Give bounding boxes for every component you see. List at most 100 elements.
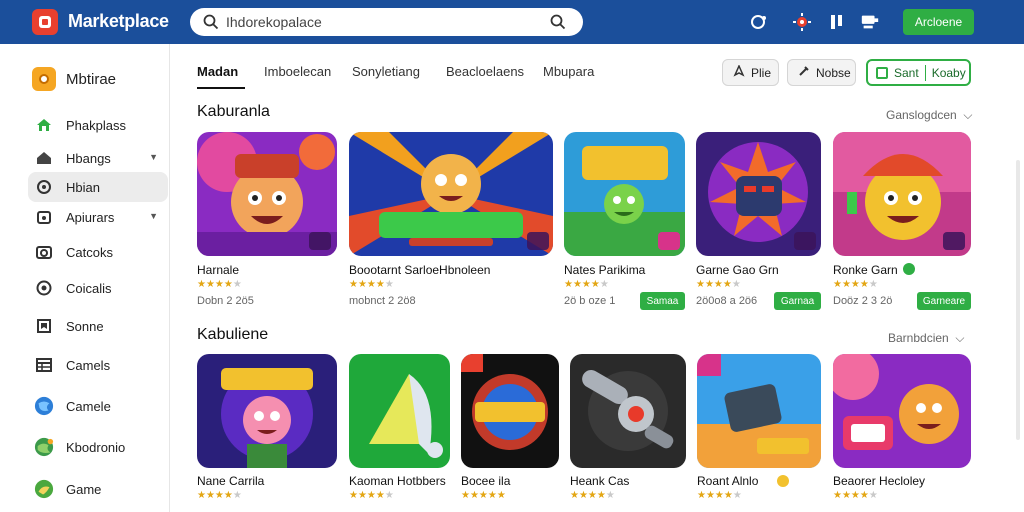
sidebar-item-label: Camels — [66, 357, 111, 373]
game-title: Harnale — [197, 263, 240, 277]
sidebar-item-label: Sonne — [66, 318, 104, 334]
sidebar-item-hbangs[interactable]: Hbangs ▼ — [28, 143, 168, 173]
chevron-down-icon[interactable]: ▼ — [149, 211, 158, 221]
game-title: Bocee ila — [461, 474, 511, 488]
rating-stars: ★★★★★ — [697, 490, 742, 501]
section-sort-label: Barnbdcien — [888, 331, 949, 345]
rating-stars: ★★★★★ — [349, 490, 394, 501]
clock-icon — [34, 278, 54, 298]
platform-badge — [527, 232, 549, 250]
sidebar-item-label: Apiurars — [66, 209, 115, 225]
tab-imboelecan[interactable]: Imboelecan — [264, 64, 331, 79]
sidebar-item-sonne[interactable]: Sonne — [28, 311, 168, 341]
sidebar-item-label: Kbodronio — [66, 439, 126, 455]
house-icon — [34, 148, 54, 168]
camera-icon — [34, 242, 54, 262]
sidebar-item-hbian[interactable]: Hbian — [28, 172, 168, 202]
section-sort-dropdown[interactable]: Barnbdcien ⌵ — [888, 331, 965, 346]
game-thumbnail[interactable] — [570, 354, 686, 468]
get-button[interactable]: Garneare — [917, 292, 971, 310]
tab-beacloelaens[interactable]: Beacloelaens — [446, 64, 524, 79]
globe-icon — [34, 396, 54, 416]
sidebar-brand-label: Mbtirae — [66, 70, 117, 88]
platform-badge — [794, 232, 816, 250]
scrollbar[interactable] — [1016, 160, 1020, 440]
sort-label: Nobse — [816, 65, 851, 80]
cart-icon[interactable] — [860, 12, 880, 32]
game-meta: Dobn 2 2ö5 — [197, 295, 254, 307]
sidebar-brand[interactable]: Mbtirae — [32, 66, 162, 92]
map-pin-icon — [34, 479, 54, 499]
tab-madan[interactable]: Madan — [197, 64, 238, 79]
search-input[interactable] — [226, 12, 526, 32]
sidebar-item-phakplass[interactable]: Phakplass — [28, 110, 168, 140]
platform-badge — [658, 232, 680, 250]
active-tab-indicator — [197, 87, 245, 89]
rating-stars: ★★★★★ — [833, 490, 878, 501]
game-meta: Doöz 2 3 2ö — [833, 295, 893, 307]
game-thumbnail[interactable] — [461, 354, 559, 468]
sort-button[interactable]: Nobse — [787, 59, 856, 86]
chevron-down-icon: ⌵ — [960, 108, 973, 122]
tab-mbupara[interactable]: Mbupara — [543, 64, 594, 79]
sidebar-item-camele[interactable]: Camele — [28, 391, 168, 421]
game-meta: 2ö0o8 a 2ö6 — [696, 295, 758, 307]
chevron-down-icon[interactable]: ▼ — [149, 152, 158, 162]
search-submit-icon[interactable] — [549, 13, 567, 36]
rating-stars: ★★★★★ — [564, 279, 609, 290]
sign-in-button[interactable]: Arcloene — [903, 9, 974, 35]
game-title: Beaorer Hecloley — [833, 474, 926, 488]
settings-icon[interactable] — [792, 12, 812, 32]
sidebar-item-label: Hbangs — [66, 150, 111, 166]
brand-icon — [32, 67, 56, 91]
notification-icon[interactable] — [748, 12, 768, 32]
filter-button[interactable]: Plie — [722, 59, 779, 86]
chevron-down-icon: ⌵ — [952, 331, 965, 345]
view-toggle-left[interactable]: Sant — [894, 66, 919, 80]
search-bar[interactable] — [190, 8, 583, 36]
game-meta: mobnct 2 2ö8 — [349, 295, 416, 307]
grid-icon — [34, 355, 54, 375]
divider — [924, 64, 926, 81]
get-button[interactable]: Garnaa — [774, 292, 821, 310]
sidebar-item-coicalis[interactable]: Coicalis — [28, 273, 168, 303]
bookmark-icon — [34, 316, 54, 336]
sidebar-item-apiurars[interactable]: Apiurars ▼ — [28, 202, 168, 232]
game-title: Ronke Garn — [833, 263, 898, 277]
app-logo-icon[interactable] — [32, 9, 58, 35]
rating-stars: ★★★★★ — [461, 490, 506, 501]
pin-icon — [733, 64, 745, 80]
section-sort-dropdown[interactable]: Ganslogdcen ⌵ — [886, 108, 973, 123]
rating-stars: ★★★★★ — [349, 279, 394, 290]
map-icon — [34, 437, 54, 457]
rating-stars: ★★★★★ — [833, 279, 878, 290]
sidebar-item-game[interactable]: Game — [28, 474, 168, 504]
game-title: Garne Gao Grn — [696, 263, 779, 277]
sidebar-item-kbodronio[interactable]: Kbodronio — [28, 432, 168, 462]
lock-icon — [34, 207, 54, 227]
game-title: Roant Alnlo — [697, 474, 759, 488]
game-title: Boootarnt SarloeHbnoleen — [349, 263, 491, 277]
game-meta: 2ö b oze 1 — [564, 295, 616, 307]
grid-view-icon — [876, 66, 888, 79]
rating-stars: ★★★★★ — [197, 279, 242, 290]
sidebar-item-catcoks[interactable]: Catcoks — [28, 237, 168, 267]
sidebar-item-camels[interactable]: Camels — [28, 350, 168, 380]
game-thumbnail[interactable] — [697, 354, 821, 468]
platform-badge — [943, 232, 965, 250]
view-toggle-right[interactable]: Koaby — [932, 66, 966, 80]
sidebar-item-label: Phakplass — [66, 117, 126, 133]
rating-stars: ★★★★★ — [696, 279, 741, 290]
bookmark-icon[interactable] — [827, 12, 847, 32]
verified-icon — [903, 263, 915, 275]
game-thumbnail[interactable] — [833, 354, 971, 468]
tab-sonyletiang[interactable]: Sonyletiang — [352, 64, 420, 79]
game-thumbnail[interactable] — [349, 132, 553, 256]
search-icon — [202, 13, 220, 36]
game-thumbnail[interactable] — [197, 354, 337, 468]
top-bar: Marketplace Arcloene — [0, 0, 1024, 44]
get-button[interactable]: Samaa — [640, 292, 685, 310]
game-thumbnail[interactable] — [349, 354, 450, 468]
filter-label: Plie — [751, 65, 772, 80]
view-toggle[interactable]: Sant Koaby — [866, 59, 971, 86]
